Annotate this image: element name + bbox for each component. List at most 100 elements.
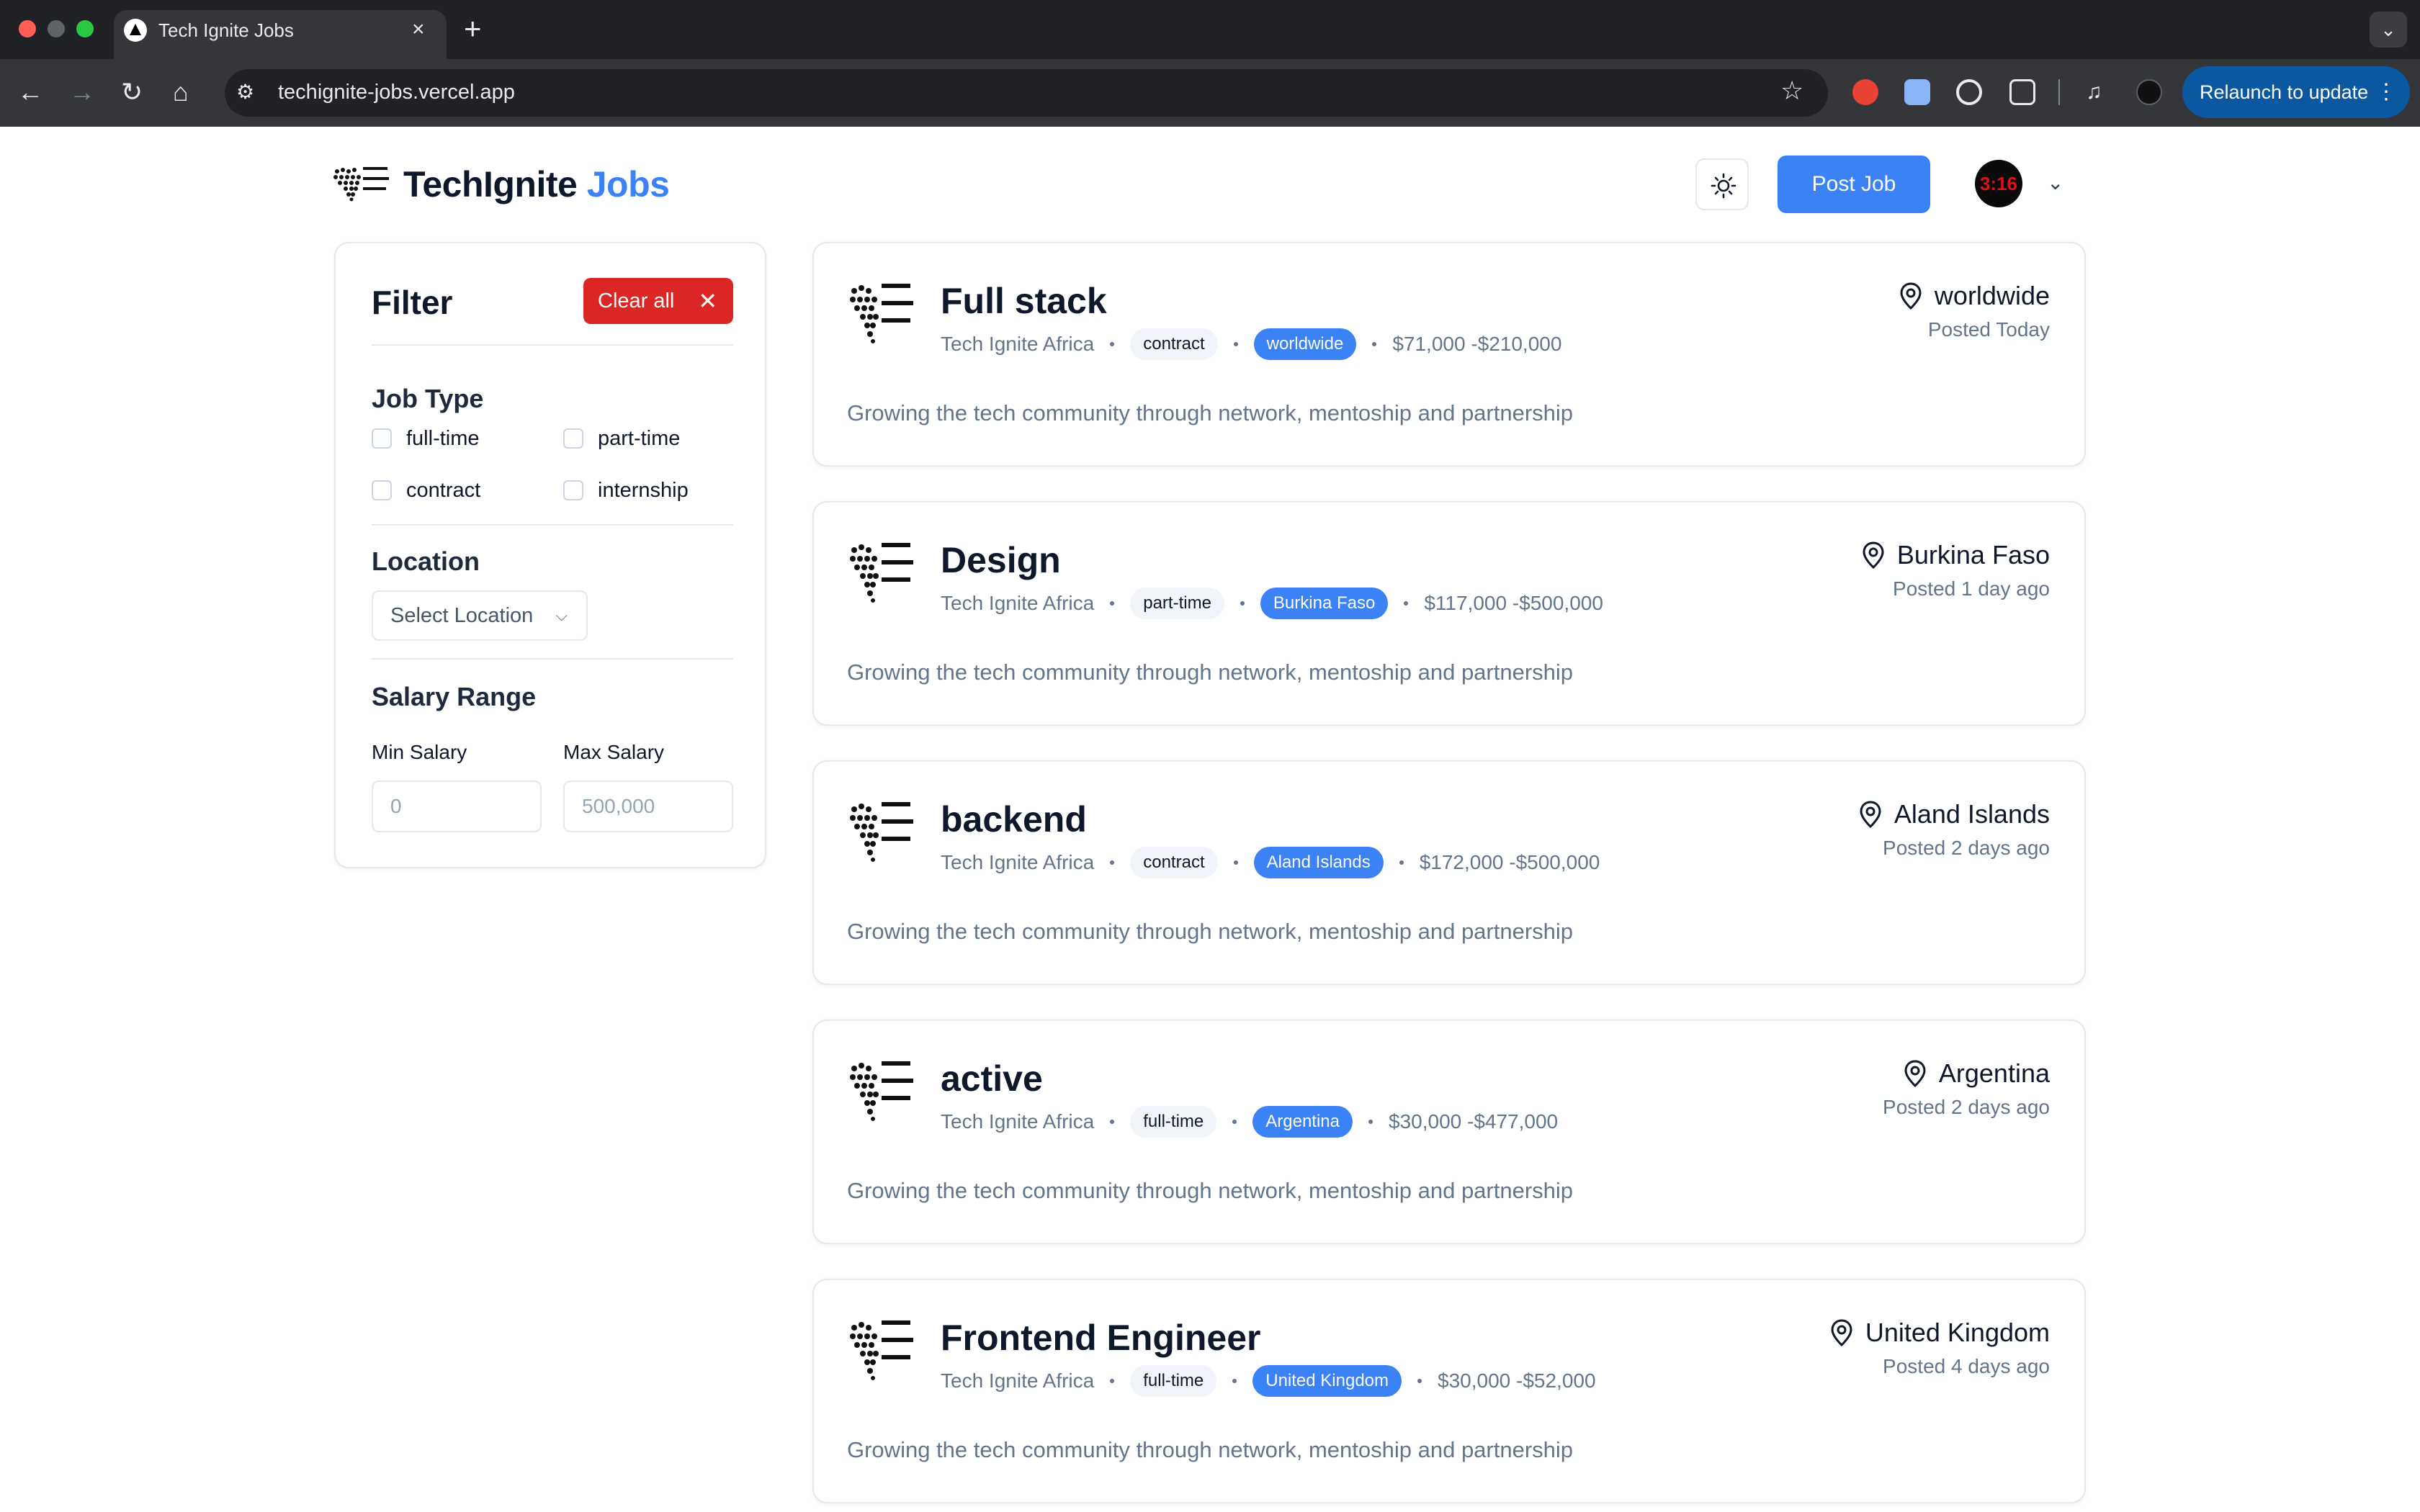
location-badge: Burkina Faso xyxy=(1260,588,1389,619)
chevron-down-icon[interactable]: ⌄ xyxy=(2047,171,2063,194)
location-badge: United Kingdom xyxy=(1252,1365,1402,1397)
job-type-badge: full-time xyxy=(1130,1106,1217,1138)
job-type-option-full-time[interactable]: full-time xyxy=(372,426,480,451)
extension-blue-icon[interactable] xyxy=(1904,79,1930,105)
posted-date: Posted 2 days ago xyxy=(1883,837,2050,859)
checkbox-label: contract xyxy=(406,479,481,502)
tab-close-icon[interactable]: × xyxy=(412,17,425,42)
window-zoom-button[interactable] xyxy=(76,20,94,37)
post-job-button[interactable]: Post Job xyxy=(1778,156,1930,213)
job-description: Growing the tech community through netwo… xyxy=(847,660,1574,685)
job-location: United Kingdom xyxy=(1829,1316,2050,1349)
more-menu-icon[interactable]: ⋮ xyxy=(2375,66,2397,118)
url-text[interactable]: techignite-jobs.vercel.app xyxy=(278,79,515,105)
job-title[interactable]: active xyxy=(941,1057,1043,1100)
divider xyxy=(372,524,733,526)
extension-target-icon[interactable] xyxy=(1956,79,1982,105)
job-title[interactable]: Full stack xyxy=(941,279,1107,323)
window-close-button[interactable] xyxy=(19,20,36,37)
separator-dot xyxy=(1233,860,1238,865)
separator-dot xyxy=(1110,860,1115,865)
media-control-icon[interactable]: ♫ xyxy=(2086,81,2102,104)
salary-range: $172,000 -$500,000 xyxy=(1419,851,1600,873)
separator-dot xyxy=(1233,342,1238,346)
min-salary-input[interactable] xyxy=(372,780,542,832)
job-description: Growing the tech community through netwo… xyxy=(847,1178,1574,1203)
posted-date: Posted 4 days ago xyxy=(1883,1355,2050,1377)
site-info-icon[interactable]: ⚙ xyxy=(236,79,254,105)
company-name: Tech Ignite Africa xyxy=(941,592,1095,614)
location-badge: worldwide xyxy=(1253,328,1357,360)
theme-toggle-button[interactable] xyxy=(1695,158,1749,210)
checkbox-label: part-time xyxy=(598,427,681,450)
relaunch-label: Relaunch to update xyxy=(2200,81,2369,103)
job-type-option-internship[interactable]: internship xyxy=(563,478,689,503)
job-meta: Tech Ignite Africa full-time Argentina $… xyxy=(941,1104,1558,1139)
separator-dot xyxy=(1110,601,1115,606)
extensions-puzzle-icon[interactable] xyxy=(2009,79,2035,105)
clear-all-button[interactable]: Clear all ✕ xyxy=(583,278,733,324)
divider xyxy=(372,344,733,346)
reload-icon[interactable]: ↻ xyxy=(121,78,143,107)
separator-dot xyxy=(1110,1379,1115,1383)
company-name: Tech Ignite Africa xyxy=(941,1369,1095,1392)
job-type-badge: contract xyxy=(1130,847,1218,878)
job-type-badge: contract xyxy=(1130,328,1218,360)
clear-all-label: Clear all xyxy=(598,289,675,312)
extension-red-icon[interactable] xyxy=(1852,79,1878,105)
forward-arrow-icon[interactable]: → xyxy=(69,78,95,107)
job-location-text: Argentina xyxy=(1938,1058,2050,1088)
filter-panel: Filter Clear all ✕ Job Type full-time pa… xyxy=(334,242,766,868)
brand-primary: TechIgnite xyxy=(403,164,578,204)
checkbox-label: full-time xyxy=(406,427,480,450)
job-card[interactable]: backend Tech Ignite Africa contract Alan… xyxy=(812,760,2086,985)
job-location-block: worldwide Posted Today xyxy=(1899,279,2050,344)
job-location-text: United Kingdom xyxy=(1865,1318,2050,1347)
job-card[interactable]: active Tech Ignite Africa full-time Arge… xyxy=(812,1020,2086,1244)
checkbox[interactable] xyxy=(372,480,392,500)
close-icon: ✕ xyxy=(698,288,717,314)
separator-dot xyxy=(1110,342,1115,346)
checkbox[interactable] xyxy=(563,428,583,449)
separator-dot xyxy=(1368,1120,1373,1124)
job-title[interactable]: backend xyxy=(941,798,1087,841)
profile-avatar-icon[interactable] xyxy=(2136,79,2162,105)
window-minimize-button[interactable] xyxy=(48,20,65,37)
separator-dot xyxy=(1110,1120,1115,1124)
salary-range: $117,000 -$500,000 xyxy=(1424,592,1603,614)
company-name: Tech Ignite Africa xyxy=(941,851,1095,873)
job-location-block: Burkina Faso Posted 1 day ago xyxy=(1861,539,2050,603)
location-badge: Argentina xyxy=(1252,1106,1353,1138)
job-type-option-contract[interactable]: contract xyxy=(372,478,480,503)
tab-search-button[interactable]: ⌄ xyxy=(2370,12,2407,48)
job-location: Aland Islands xyxy=(1858,798,2050,831)
job-title[interactable]: Frontend Engineer xyxy=(941,1316,1260,1359)
bookmark-star-icon[interactable]: ☆ xyxy=(1780,76,1803,105)
posted-date: Posted Today xyxy=(1927,318,2050,341)
max-salary-input[interactable] xyxy=(563,780,733,832)
separator-dot xyxy=(1404,601,1409,606)
job-title[interactable]: Design xyxy=(941,539,1061,582)
job-card[interactable]: Design Tech Ignite Africa part-time Burk… xyxy=(812,501,2086,726)
salary-range: $30,000 -$52,000 xyxy=(1438,1369,1596,1392)
brand-title[interactable]: TechIgnite Jobs xyxy=(403,161,670,207)
new-tab-button[interactable]: + xyxy=(464,13,482,45)
separator-dot xyxy=(1399,860,1404,865)
back-arrow-icon[interactable]: ← xyxy=(17,78,43,107)
sun-icon xyxy=(1711,173,1736,199)
separator-dot xyxy=(1417,1379,1422,1383)
user-avatar[interactable]: 3:16 xyxy=(1975,160,2022,207)
job-location-block: Argentina Posted 2 days ago xyxy=(1883,1057,2050,1122)
job-card[interactable]: Full stack Tech Ignite Africa contract w… xyxy=(812,242,2086,467)
job-card[interactable]: Frontend Engineer Tech Ignite Africa ful… xyxy=(812,1279,2086,1503)
salary-range: $30,000 -$477,000 xyxy=(1389,1110,1559,1133)
job-type-option-part-time[interactable]: part-time xyxy=(563,426,680,451)
checkbox[interactable] xyxy=(372,428,392,449)
location-select[interactable]: Select Location ⌵ xyxy=(372,590,588,641)
checkbox[interactable] xyxy=(563,480,583,500)
home-icon[interactable]: ⌂ xyxy=(173,78,189,107)
salary-range: $71,000 -$210,000 xyxy=(1392,333,1562,355)
relaunch-button[interactable]: Relaunch to update ⋮ xyxy=(2182,66,2410,118)
min-salary-label: Min Salary xyxy=(372,741,467,763)
separator-dot xyxy=(1232,1120,1237,1124)
